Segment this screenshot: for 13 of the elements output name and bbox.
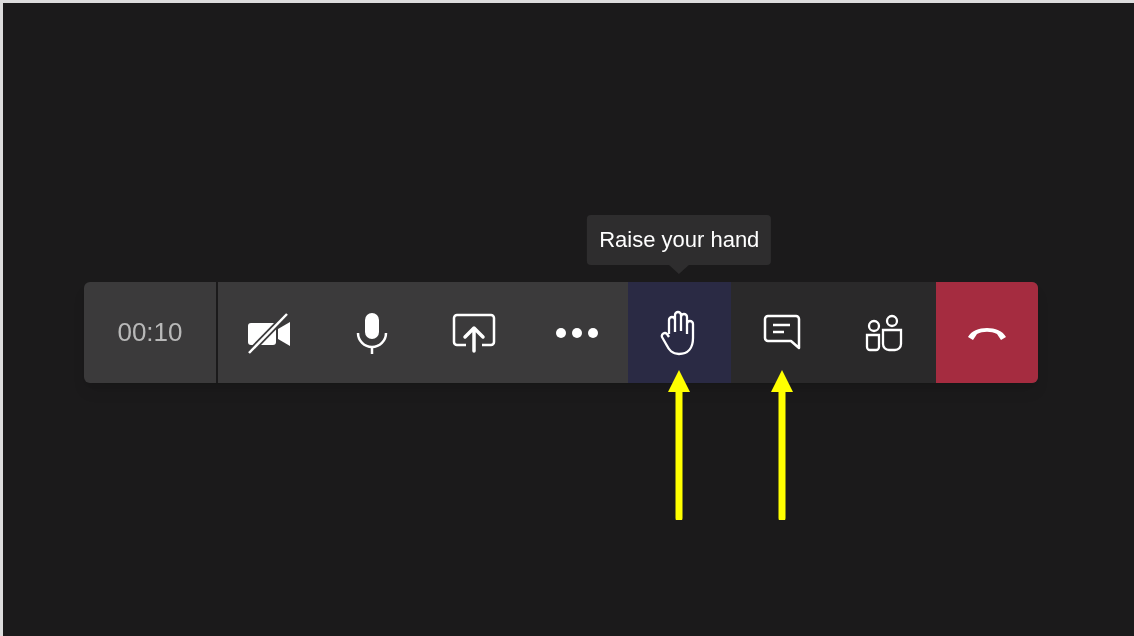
more-button[interactable]: [525, 282, 628, 383]
tooltip: Raise your hand: [587, 215, 772, 265]
chat-button[interactable]: [730, 282, 833, 383]
people-button[interactable]: [833, 282, 936, 383]
video-off-button[interactable]: [218, 282, 321, 383]
share-screen-icon: [452, 312, 497, 353]
call-timer: 00:10: [117, 316, 183, 349]
hand-button[interactable]: [628, 282, 731, 383]
chat-icon: [762, 313, 801, 352]
microphone-icon: [354, 310, 389, 355]
people-icon: [865, 313, 904, 352]
more-icon: [554, 326, 599, 339]
video-off-icon: [246, 310, 293, 355]
